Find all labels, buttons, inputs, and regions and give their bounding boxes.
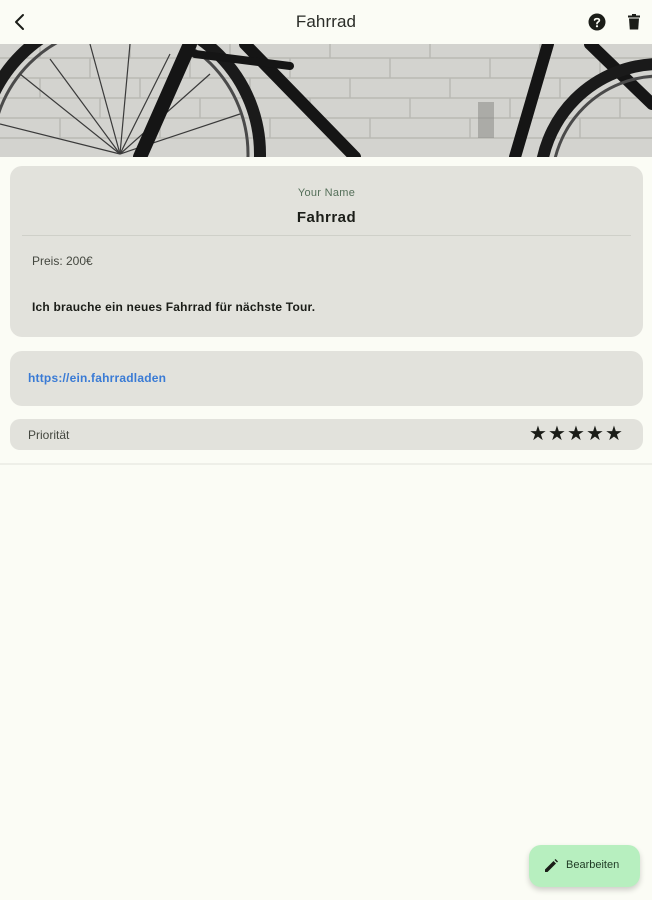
back-button[interactable] (8, 10, 32, 34)
divider (22, 235, 631, 236)
item-details-card: Your Name Fahrrad Preis: 200€ Ich brauch… (10, 166, 643, 337)
edit-button-label: Bearbeiten (566, 859, 620, 871)
delete-button[interactable] (622, 10, 646, 34)
shop-link[interactable]: https://ein.fahrradladen (28, 371, 166, 385)
help-circle-icon (588, 13, 606, 31)
app-bar: Fahrrad (0, 0, 652, 44)
star-icon[interactable]: ★ (586, 423, 604, 445)
trash-icon (628, 14, 640, 30)
priority-label: Priorität (28, 428, 70, 442)
page-title: Fahrrad (295, 12, 357, 31)
star-icon[interactable]: ★ (548, 423, 566, 445)
edit-button[interactable]: Bearbeiten (529, 845, 640, 887)
help-button[interactable] (585, 10, 609, 34)
star-icon[interactable]: ★ (567, 423, 585, 445)
link-card: https://ein.fahrradladen (10, 351, 643, 406)
chevron-left-icon (15, 14, 24, 30)
pencil-icon (545, 859, 558, 872)
bicycle-photo (0, 44, 652, 157)
item-title: Fahrrad (296, 209, 357, 226)
item-description: Ich brauche ein neues Fahrrad für nächst… (32, 300, 316, 314)
item-image (0, 44, 652, 157)
item-price: Preis: 200€ (32, 254, 93, 268)
star-icon[interactable]: ★ (605, 423, 623, 445)
priority-rating: ★ ★ ★ ★ ★ (529, 423, 623, 445)
owner-name: Your Name (297, 187, 356, 199)
star-icon[interactable]: ★ (529, 423, 547, 445)
content-divider (0, 463, 652, 465)
priority-card: Priorität ★ ★ ★ ★ ★ (10, 419, 643, 450)
